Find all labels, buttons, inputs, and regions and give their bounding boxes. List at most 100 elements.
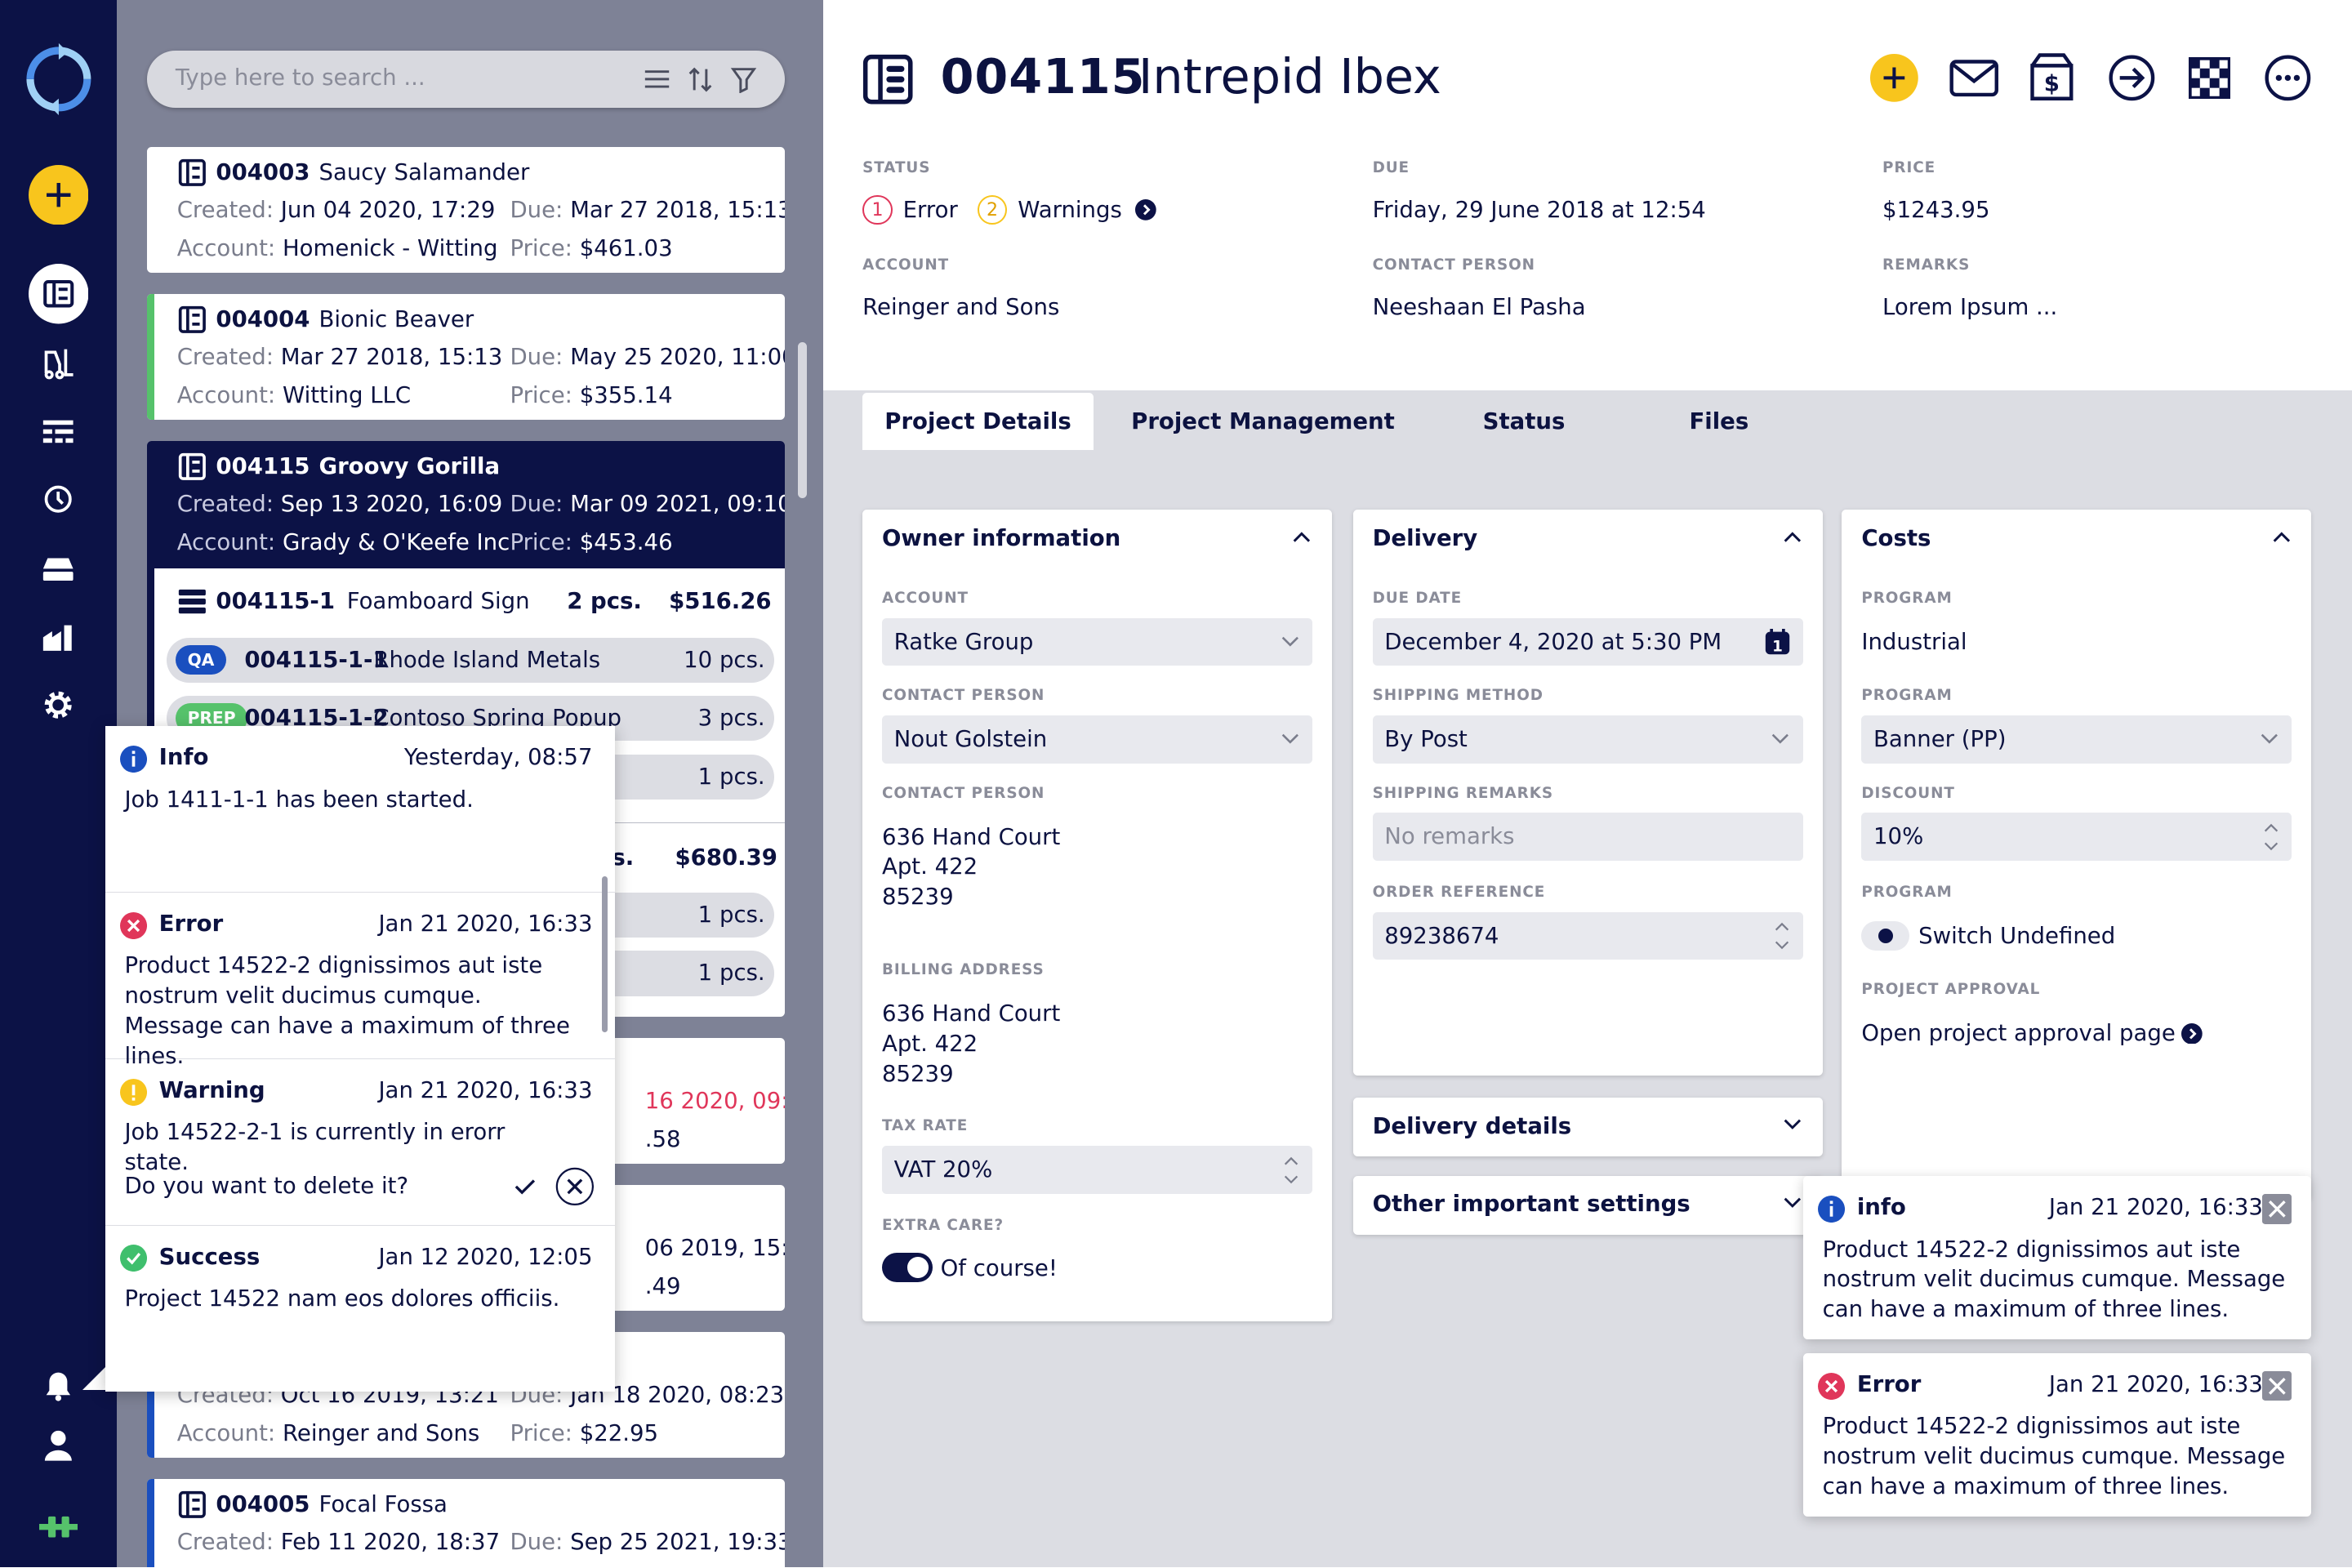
tab-status[interactable]: Status [1454, 393, 1595, 450]
stepper-arrows-icon[interactable] [1282, 1152, 1300, 1188]
account-select[interactable]: Ratke Group [881, 617, 1313, 666]
app-logo-icon[interactable] [21, 42, 96, 117]
tax-rate-stepper[interactable]: VAT 20% [881, 1146, 1313, 1194]
due-label: Due: [510, 490, 564, 517]
notification-item[interactable]: Info Yesterday, 08:57 Job 1411-1-1 has b… [105, 726, 616, 893]
field-label: CONTACT PERSON [881, 784, 1045, 802]
costs-panel: Costs PROGRAM Industrial PROGRAM Banner … [1842, 510, 2312, 1200]
created-label: Created: [176, 1528, 274, 1555]
due-value: Mar 27 2018, 15:13 [570, 196, 785, 223]
chevron-down-icon [1281, 734, 1298, 744]
delivery-details-panel[interactable]: Delivery details [1352, 1098, 1823, 1157]
popup-scrollbar[interactable] [601, 875, 608, 1032]
chevron-down-icon [1772, 734, 1789, 744]
project-card[interactable]: 004005 Focal Fossa Created: Feb 11 2020,… [146, 1478, 785, 1568]
sort-icon[interactable] [687, 66, 714, 93]
warning-count-badge: 2 [977, 194, 1008, 225]
project-card[interactable]: 004003 Saucy Salamander Created: Jun 04 … [146, 146, 785, 274]
discount-stepper[interactable]: 10% [1861, 813, 2292, 862]
list-scrollbar[interactable] [798, 341, 808, 498]
add-button[interactable] [28, 165, 89, 225]
chevron-right-circle-icon[interactable] [1135, 199, 1157, 220]
other-settings-panel[interactable]: Other important settings [1352, 1175, 1823, 1235]
search-input[interactable]: Type here to search ... [176, 65, 425, 91]
mail-icon[interactable] [1949, 57, 1999, 99]
tab-files[interactable]: Files [1660, 393, 1777, 450]
extra-care-toggle[interactable] [881, 1252, 933, 1283]
arrow-forward-icon[interactable] [2108, 54, 2156, 102]
factory-icon[interactable] [29, 608, 88, 667]
tab-project-details[interactable]: Project Details [862, 393, 1094, 450]
notifications-bell-icon[interactable] [29, 1356, 88, 1415]
settings-gear-icon[interactable] [29, 675, 88, 735]
forklift-icon[interactable] [29, 333, 88, 393]
notification-item[interactable]: Success Jan 12 2020, 12:05 Project 14522… [105, 1226, 615, 1392]
calendar-icon[interactable]: 1 [1764, 628, 1791, 656]
project-card[interactable]: 004004 Bionic Beaver Created: Mar 27 201… [146, 293, 785, 421]
contact-person-select[interactable]: Nout Golstein [881, 715, 1313, 764]
undefined-switch[interactable] [1861, 920, 1910, 951]
filter-icon[interactable] [730, 66, 757, 93]
error-text: Error [902, 197, 958, 224]
price-value: $453.46 [579, 529, 673, 556]
status-value[interactable]: 1 Error 2 Warnings [862, 194, 1157, 225]
list-view-icon[interactable] [644, 69, 670, 90]
account-value: Grady & O'Keefe Inc [282, 529, 510, 556]
address-line: 85239 [881, 883, 954, 910]
price-value: $355.14 [579, 382, 673, 409]
tab-project-management[interactable]: Project Management [1117, 393, 1408, 450]
stepper-arrows-icon[interactable] [1773, 918, 1791, 954]
cancel-close-button[interactable] [555, 1167, 595, 1206]
notification-item[interactable]: Error Jan 21 2020, 16:33 Product 14522-2… [105, 893, 616, 1069]
notification-message: Job 1411-1-1 has been started. [124, 786, 474, 813]
toast-date: Jan 21 2020, 16:33 [2048, 1194, 2263, 1220]
panel-title: Other important settings [1372, 1191, 1690, 1218]
contact-label: CONTACT PERSON [1372, 256, 1535, 274]
svg-text:1: 1 [1772, 638, 1783, 655]
toast-close-button[interactable] [2261, 1370, 2292, 1401]
program-select[interactable]: Banner (PP) [1861, 715, 2292, 764]
notification-title: Warning [158, 1076, 265, 1103]
order-reference-stepper[interactable]: 89238674 [1372, 911, 1803, 960]
confirm-check-button[interactable] [506, 1167, 545, 1206]
chevron-up-icon[interactable] [1291, 529, 1312, 544]
project-icon [178, 1490, 206, 1518]
add-action-button[interactable] [1870, 54, 1919, 102]
card-id: 004004 [216, 306, 310, 333]
address-line: 85239 [881, 1060, 954, 1087]
remarks-value: Lorem Ipsum ... [1882, 293, 2058, 320]
user-profile-icon[interactable] [29, 1416, 88, 1476]
invoice-dollar-icon[interactable]: $ [2028, 51, 2076, 101]
approval-link[interactable]: Open project approval page [1861, 1018, 2203, 1049]
shipping-method-select[interactable]: By Post [1372, 715, 1803, 764]
due-date-picker[interactable]: December 4, 2020 at 5:30 PM 1 [1372, 617, 1803, 666]
account-label: Account: [176, 382, 276, 409]
finish-flag-icon[interactable] [2188, 56, 2231, 100]
price-label: PRICE [1882, 158, 1936, 176]
search-bar[interactable]: Type here to search ... [146, 51, 785, 109]
stepper-value: 10% [1873, 823, 1924, 850]
due-value: 16 2020, 09:41 [644, 1087, 785, 1114]
select-value: Ratke Group [893, 628, 1034, 655]
table-icon[interactable] [29, 402, 88, 461]
card-name: Saucy Salamander [318, 159, 530, 186]
chevron-down-icon[interactable] [1782, 1196, 1803, 1210]
toast-close-button[interactable] [2261, 1194, 2292, 1224]
sub-qty: s. [612, 844, 635, 871]
history-icon[interactable] [29, 470, 88, 529]
sub-item[interactable]: QA 004115-1-1 Rhode Island Metals 10 pcs… [166, 637, 774, 683]
account-value: Homenick - Witting [282, 235, 498, 262]
sub-project-row[interactable]: 004115-1 Foamboard Sign [177, 588, 530, 615]
more-options-icon[interactable] [2264, 54, 2312, 102]
chevron-down-icon[interactable] [1782, 1117, 1803, 1132]
printer-icon[interactable] [29, 538, 88, 598]
shipping-remarks-input[interactable]: No remarks [1372, 813, 1803, 862]
chevron-up-icon[interactable] [2271, 529, 2292, 544]
stepper-arrows-icon[interactable] [2262, 819, 2280, 855]
svg-text:$: $ [2044, 71, 2060, 97]
chevron-up-icon[interactable] [1782, 529, 1803, 544]
notification-item[interactable]: Warning Jan 21 2020, 16:33 Job 14522-2-1… [105, 1059, 616, 1226]
account-label: Account: [176, 1420, 276, 1447]
projects-icon[interactable] [28, 264, 89, 324]
stepper-value: VAT 20% [893, 1156, 993, 1183]
